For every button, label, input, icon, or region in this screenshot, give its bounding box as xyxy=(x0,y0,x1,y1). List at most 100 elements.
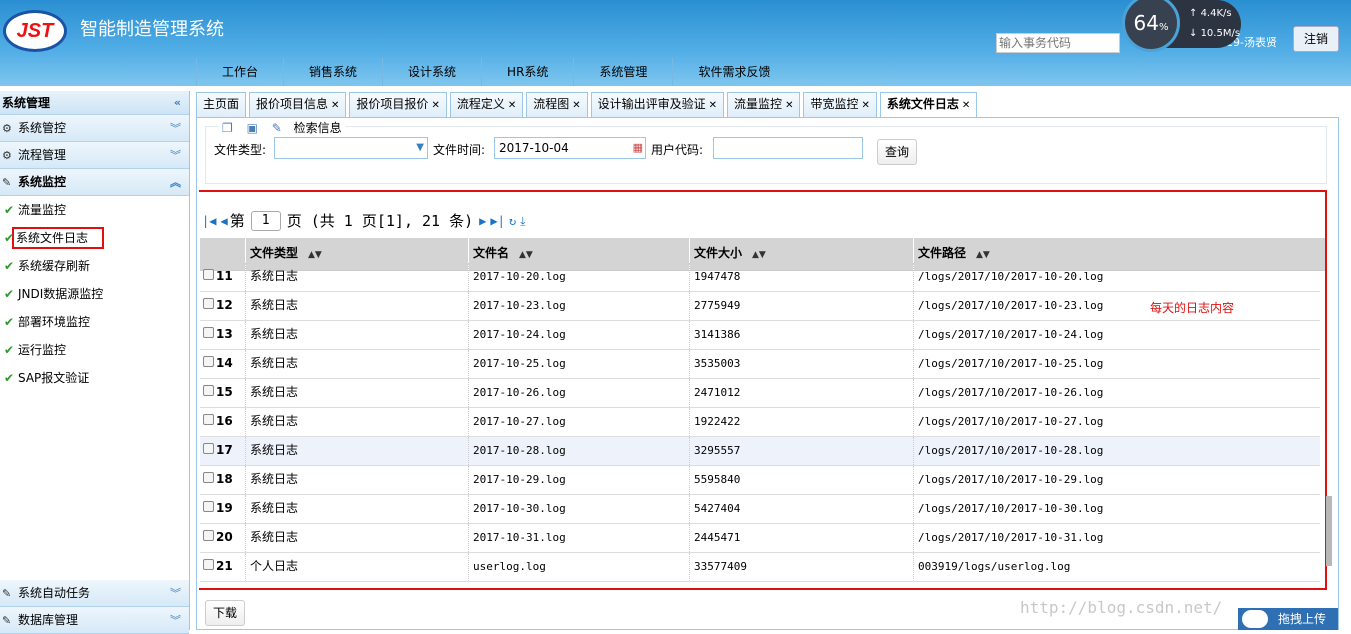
file-name-cell: 2017-10-23.log xyxy=(469,292,690,320)
prev-page-icon[interactable]: ◀ xyxy=(220,209,227,233)
sidebar-item-cache-refresh[interactable]: ✔ 系统缓存刷新 xyxy=(0,252,189,280)
row-number: 19 xyxy=(216,501,233,515)
nav-design[interactable]: 设计系统 xyxy=(382,58,481,86)
tab-quote-info[interactable]: 报价项目信息 ✕ xyxy=(249,92,347,117)
close-icon[interactable]: ✕ xyxy=(709,100,717,111)
user-code-input[interactable] xyxy=(713,137,863,159)
scrollbar-thumb[interactable] xyxy=(1326,496,1332,566)
drag-upload-button[interactable]: 拖拽上传 xyxy=(1238,608,1338,630)
header-label: 文件名 xyxy=(473,246,510,260)
nav-system-admin[interactable]: 系统管理 xyxy=(573,58,672,86)
row-checkbox[interactable] xyxy=(203,269,214,280)
sidebar-item-label: 部署环境监控 xyxy=(18,315,91,329)
query-button[interactable]: 查询 xyxy=(877,139,917,165)
tab-home[interactable]: 主页面 xyxy=(196,92,247,117)
wrench-icon: ✎ xyxy=(2,176,12,189)
nav-feedback[interactable]: 软件需求反馈 xyxy=(672,58,795,86)
nav-hr[interactable]: HR系统 xyxy=(481,58,573,86)
sidebar-item-runtime[interactable]: ✔ 运行监控 xyxy=(0,336,189,364)
file-path-cell: /logs/2017/10/2017-10-31.log xyxy=(918,531,1104,544)
tab-bandwidth[interactable]: 带宽监控 ✕ xyxy=(803,92,877,117)
tab-label: 主页面 xyxy=(203,97,240,111)
last-page-icon[interactable]: ▶| xyxy=(490,209,504,233)
row-checkbox[interactable] xyxy=(203,414,214,425)
table-row[interactable]: 14 系统日志 2017-10-25.log 3535003/logs/2017/10… xyxy=(200,350,1320,379)
row-checkbox[interactable] xyxy=(203,443,214,454)
download-button[interactable]: 下载 xyxy=(205,600,245,626)
sidebar-item-sap[interactable]: ✔ SAP报文验证 xyxy=(0,364,189,392)
logout-button[interactable]: 注销 xyxy=(1293,26,1339,52)
transaction-code-input[interactable] xyxy=(996,33,1120,53)
row-checkbox[interactable] xyxy=(203,472,214,483)
table-row[interactable]: 19 系统日志 2017-10-30.log 5427404/logs/2017/10… xyxy=(200,495,1320,524)
export-icon[interactable]: ⤓ xyxy=(520,209,525,233)
next-page-icon[interactable]: ▶ xyxy=(479,209,486,233)
row-number-cell: 13 xyxy=(200,321,246,349)
file-path-cell: /logs/2017/10/2017-10-29.log xyxy=(918,473,1104,486)
check-icon: ✔ xyxy=(4,231,15,245)
copy-icon[interactable]: ❐ xyxy=(222,121,233,135)
table-row[interactable]: 21 个人日志 userlog.log 33577409 003919/logs/use… xyxy=(200,553,1320,582)
sidebar-item-jndi[interactable]: ✔ JNDI数据源监控 xyxy=(0,280,189,308)
table-row[interactable]: 17 系统日志 2017-10-28.log 3295557/logs/2017/10… xyxy=(200,437,1320,466)
page-number-input[interactable]: 1 xyxy=(250,211,281,231)
tab-quote-price[interactable]: 报价项目报价 ✕ xyxy=(349,92,447,117)
close-icon[interactable]: ✕ xyxy=(962,100,970,111)
sidebar-group-process[interactable]: ⚙ 流程管理 ︾ xyxy=(0,142,189,169)
sidebar-group-auto-tasks[interactable]: ✎ 系统自动任务 ︾ xyxy=(0,580,189,607)
sidebar-group-monitor[interactable]: ✎ 系统监控 ︽ xyxy=(0,169,189,196)
table-row[interactable]: 13 系统日志 2017-10-24.log 3141386/logs/2017/10… xyxy=(200,321,1320,350)
row-checkbox[interactable] xyxy=(203,501,214,512)
save-icon[interactable]: ▣ xyxy=(247,121,258,135)
check-icon: ✔ xyxy=(4,343,15,357)
file-path-cell: /logs/2017/10/2017-10-28.log xyxy=(918,444,1104,457)
close-icon[interactable]: ✕ xyxy=(572,100,580,111)
pager-suffix: 页 (共 1 页[1], 21 条) xyxy=(286,212,474,230)
close-icon[interactable]: ✕ xyxy=(785,100,793,111)
file-type-select[interactable]: ▼ xyxy=(274,137,428,159)
file-name-cell: 2017-10-27.log xyxy=(469,408,690,436)
check-icon: ✔ xyxy=(4,259,15,273)
table-row[interactable]: 16 系统日志 2017-10-27.log 1922422/logs/2017/10… xyxy=(200,408,1320,437)
tab-traffic[interactable]: 流量监控 ✕ xyxy=(727,92,801,117)
row-checkbox[interactable] xyxy=(203,298,214,309)
table-row[interactable]: 20 系统日志 2017-10-31.log 2445471/logs/2017/10… xyxy=(200,524,1320,553)
sidebar-item-traffic[interactable]: ✔ 流量监控 xyxy=(0,196,189,224)
row-checkbox[interactable] xyxy=(203,559,214,570)
tab-label: 流程定义 xyxy=(456,97,505,111)
sidebar-group-system-control[interactable]: ⚙ 系统管控 ︾ xyxy=(0,115,189,142)
table-row[interactable]: 11 系统日志 2017-10-20.log 1947478/logs/2017/10… xyxy=(200,263,1320,292)
grid-scrollbar[interactable] xyxy=(1325,271,1333,571)
first-page-icon[interactable]: |◀ xyxy=(202,209,216,233)
row-checkbox[interactable] xyxy=(203,385,214,396)
close-icon[interactable]: ✕ xyxy=(431,100,439,111)
close-icon[interactable]: ✕ xyxy=(331,100,339,111)
calendar-icon[interactable]: ▦ xyxy=(633,138,643,158)
close-icon[interactable]: ✕ xyxy=(508,100,516,111)
tab-file-log[interactable]: 系统文件日志 ✕ xyxy=(879,92,978,117)
file-name-cell: 2017-10-31.log xyxy=(469,524,690,552)
file-time-input[interactable]: 2017-10-04 ▦ xyxy=(494,137,646,159)
sidebar-item-deploy-env[interactable]: ✔ 部署环境监控 xyxy=(0,308,189,336)
tab-process-def[interactable]: 流程定义 ✕ xyxy=(449,92,524,117)
sidebar-item-file-log[interactable]: ✔ 系统文件日志 xyxy=(0,224,189,252)
close-icon[interactable]: ✕ xyxy=(861,100,869,111)
nav-sales[interactable]: 销售系统 xyxy=(283,58,382,86)
table-row[interactable]: 18 系统日志 2017-10-29.log 5595840/logs/2017/10… xyxy=(200,466,1320,495)
file-path-cell: /logs/2017/10/2017-10-23.log xyxy=(918,299,1104,312)
tab-flowchart[interactable]: 流程图 ✕ xyxy=(526,92,588,117)
table-row[interactable]: 15 系统日志 2017-10-26.log 2471012/logs/2017/10… xyxy=(200,379,1320,408)
nav-workbench[interactable]: 工作台 xyxy=(196,58,283,86)
file-type-cell: 系统日志 xyxy=(246,495,469,523)
row-checkbox[interactable] xyxy=(203,327,214,338)
sidebar-item-label: 流量监控 xyxy=(18,203,67,217)
collapse-left-icon[interactable]: « xyxy=(174,91,181,115)
row-checkbox[interactable] xyxy=(203,356,214,367)
file-path-cell: /logs/2017/10/2017-10-26.log xyxy=(918,386,1104,399)
file-type-cell: 系统日志 xyxy=(246,263,469,291)
refresh-icon[interactable]: ↻ xyxy=(509,209,516,233)
tab-design-review[interactable]: 设计输出评审及验证 ✕ xyxy=(590,92,725,117)
edit-icon[interactable]: ✎ xyxy=(272,121,282,135)
row-checkbox[interactable] xyxy=(203,530,214,541)
file-type-cell: 系统日志 xyxy=(246,292,469,320)
